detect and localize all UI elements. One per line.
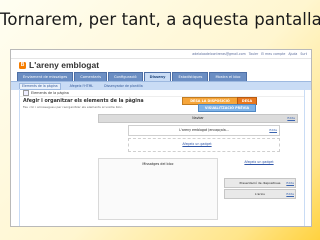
archive-edit-link[interactable]: Edita xyxy=(286,190,294,198)
pane-breadcrumb: Elements de la pàgina xyxy=(20,89,304,97)
account-bar: adelaloadelcontreras@gmail.com Tauler El… xyxy=(11,50,311,59)
header-element[interactable]: L'areny emblogat (encapçala... Edita xyxy=(128,125,280,136)
tab-comments[interactable]: Comentaris xyxy=(74,72,107,81)
subtab-edit-html[interactable]: Afegeix l'HTML xyxy=(68,84,96,89)
header-label: L'areny emblogat (encapçala... xyxy=(179,128,229,132)
page-elements-pane: Elements de la pàgina Afegir i organitza… xyxy=(19,89,305,226)
link-account[interactable]: El meu compte xyxy=(261,52,285,56)
main-tabs: Enviament de missatges Comentaris Config… xyxy=(11,71,311,81)
add-gadget-link-sidebar[interactable]: Afegeix un gadget xyxy=(222,160,296,164)
blog-posts-element[interactable]: Missatges del bloc xyxy=(98,158,218,220)
slideshow-edit-link[interactable]: Edita xyxy=(286,179,294,187)
subtab-template-designer[interactable]: Dissenyador de plantilla xyxy=(102,84,145,89)
archive-gadget-label: L'arxiu xyxy=(255,192,265,196)
add-gadget-link-top[interactable]: Afegeix un gadget xyxy=(98,142,296,146)
slide-title: Tornarem, per tant, a aquesta pantalla xyxy=(0,10,320,29)
blogger-screenshot: adelaloadelcontreras@gmail.com Tauler El… xyxy=(10,49,312,227)
breadcrumb-label: Elements de la pàgina xyxy=(31,90,69,95)
slideshow-gadget-label: Presentació de diapositives xyxy=(239,181,281,185)
navbar-element[interactable]: Navbar Edita xyxy=(98,114,298,123)
tab-layout[interactable]: Disseny xyxy=(143,72,172,81)
blog-posts-label: Missatges del bloc xyxy=(142,162,174,166)
slideshow-gadget[interactable]: Presentació de diapositives Edita xyxy=(224,178,296,188)
tab-settings[interactable]: Configuració xyxy=(107,72,143,81)
link-signout[interactable]: Surt xyxy=(300,52,307,56)
link-help[interactable]: Ajuda xyxy=(288,52,297,56)
link-dashboard[interactable]: Tauler xyxy=(249,52,259,56)
account-email: adelaloadelcontreras@gmail.com xyxy=(192,52,246,56)
blog-name: L'areny emblogat xyxy=(29,60,100,70)
blogger-logo-icon: B xyxy=(19,61,26,69)
section-heading: Afegir i organitzar els elements de la p… xyxy=(23,99,144,104)
tab-stats[interactable]: Estadístiques xyxy=(172,72,209,81)
blog-brand: B L'areny emblogat xyxy=(11,59,311,71)
tab-posting[interactable]: Enviament de missatges xyxy=(17,72,74,81)
preview-button[interactable]: VISUALITZACIÓ PRÈVIA xyxy=(198,104,256,112)
tab-view-blog[interactable]: Mostra el bloc xyxy=(209,72,247,81)
section-subheading: Feu clic i arrossegueu per reorganitzar … xyxy=(23,105,123,109)
header-edit-link[interactable]: Edita xyxy=(269,126,277,135)
layout-canvas: Navbar Edita L'areny emblogat (encapçala… xyxy=(98,114,298,224)
page-icon xyxy=(23,89,29,96)
sidebar-column: Afegeix un gadget Presentació de diaposi… xyxy=(222,158,296,218)
navbar-label: Navbar xyxy=(192,116,204,120)
navbar-edit-link[interactable]: Edita xyxy=(287,115,295,122)
archive-gadget[interactable]: L'arxiu Edita xyxy=(224,189,296,199)
